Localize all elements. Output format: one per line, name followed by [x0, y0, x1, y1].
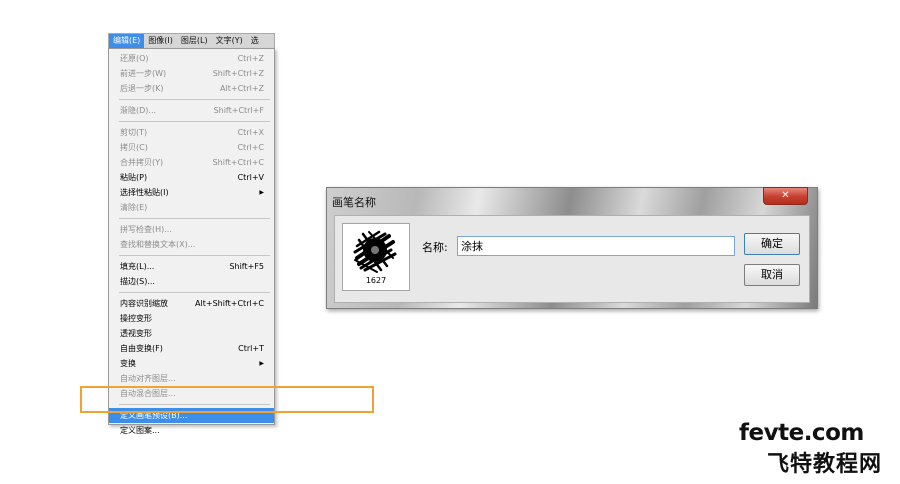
menu-item-shortcut: Shift+Ctrl+Z: [212, 69, 264, 78]
menu-item-label: 后退一步(K): [120, 84, 164, 93]
menu-item-label: 还原(O): [120, 54, 149, 63]
close-button[interactable]: ✕: [763, 187, 808, 205]
menu-item-define-pattern[interactable]: 定义图案...: [109, 423, 274, 438]
menu-select[interactable]: 选: [247, 34, 263, 48]
menu-item-label: 渐隐(D)...: [120, 106, 157, 115]
brush-tip-icon: [353, 230, 397, 273]
menu-item-shortcut: Shift+Ctrl+F: [213, 106, 264, 115]
menu-item-label: 透视变形: [120, 329, 152, 338]
submenu-arrow-icon: ▶: [259, 360, 264, 367]
menu-edit[interactable]: 编辑(E): [109, 34, 145, 48]
annotation-highlight-box: [80, 386, 374, 413]
menu-item-label: 合并拷贝(Y): [120, 158, 164, 167]
brush-name-input[interactable]: [457, 236, 735, 256]
menu-item-label: 变换: [120, 359, 136, 368]
cancel-button[interactable]: 取消: [744, 264, 800, 286]
menu-item-shortcut: Ctrl+Z: [237, 54, 264, 63]
menu-item-label: 选择性粘贴(I): [120, 188, 169, 197]
menu-item-paste-special[interactable]: 选择性粘贴(I) ▶: [109, 185, 274, 200]
menu-item-shortcut: Ctrl+X: [237, 128, 264, 137]
menu-item-stroke[interactable]: 描边(S)...: [109, 274, 274, 289]
menu-item-spell-check[interactable]: 拼写检查(H)...: [109, 222, 274, 237]
watermark-name: 飞特教程网: [767, 452, 883, 477]
submenu-arrow-icon: ▶: [259, 189, 264, 196]
brush-preview: 1627: [342, 223, 410, 291]
menu-item-undo[interactable]: 还原(O) Ctrl+Z: [109, 51, 274, 66]
menu-item-step-forward[interactable]: 前进一步(W) Shift+Ctrl+Z: [109, 66, 274, 81]
menu-item-label: 拷贝(C): [120, 143, 148, 152]
menu-item-label: 前进一步(W): [120, 69, 167, 78]
menu-separator: [119, 99, 270, 100]
menu-item-label: 自由变换(F): [120, 344, 163, 353]
brush-size-label: 1627: [365, 276, 387, 285]
menu-separator: [119, 218, 270, 219]
menu-item-shortcut: Alt+Ctrl+Z: [220, 84, 264, 93]
brush-name-dialog: 画笔名称 ✕ 1627 名称: 涂抹 确定 取消: [326, 187, 818, 309]
menu-separator: [119, 121, 270, 122]
menu-bar: 编辑(E) 图像(I) 图层(L) 文字(Y) 选: [108, 33, 275, 49]
dialog-body: 1627 名称: 确定 取消: [334, 215, 810, 303]
menu-item-transform[interactable]: 变换 ▶: [109, 356, 274, 371]
menu-item-auto-align-layers[interactable]: 自动对齐图层...: [109, 371, 274, 386]
dialog-title: 画笔名称: [332, 196, 376, 209]
menu-item-shortcut: Shift+F5: [229, 262, 264, 271]
menu-item-perspective-warp[interactable]: 透视变形: [109, 326, 274, 341]
watermark-site: fevte.com: [739, 420, 864, 446]
menu-item-copy-merged[interactable]: 合并拷贝(Y) Shift+Ctrl+C: [109, 155, 274, 170]
menu-item-step-backward[interactable]: 后退一步(K) Alt+Ctrl+Z: [109, 81, 274, 96]
menu-item-label: 描边(S)...: [120, 277, 155, 286]
menu-separator: [119, 255, 270, 256]
menu-item-label: 定义图案...: [120, 426, 160, 435]
menu-item-label: 清除(E): [120, 203, 148, 212]
menu-item-label: 自动对齐图层...: [120, 374, 176, 383]
menu-item-cut[interactable]: 剪切(T) Ctrl+X: [109, 125, 274, 140]
menu-item-fade[interactable]: 渐隐(D)... Shift+Ctrl+F: [109, 103, 274, 118]
menu-item-shortcut: Ctrl+T: [238, 344, 264, 353]
menu-item-label: 操控变形: [120, 314, 152, 323]
menu-item-label: 拼写检查(H)...: [120, 225, 172, 234]
menu-item-clear[interactable]: 清除(E): [109, 200, 274, 215]
menu-item-label: 粘贴(P): [120, 173, 148, 182]
menu-item-shortcut: Ctrl+C: [237, 143, 264, 152]
menu-item-find-replace[interactable]: 查找和替换文本(X)...: [109, 237, 274, 252]
menu-item-label: 内容识别缩放: [120, 299, 168, 308]
close-icon: ✕: [781, 190, 790, 201]
edit-menu: 还原(O) Ctrl+Z 前进一步(W) Shift+Ctrl+Z 后退一步(K) A…: [108, 48, 275, 435]
menu-item-label: 查找和替换文本(X)...: [120, 240, 196, 249]
menu-layer[interactable]: 图层(L): [177, 34, 212, 48]
menu-item-content-aware-scale[interactable]: 内容识别缩放 Alt+Shift+Ctrl+C: [109, 296, 274, 311]
menu-item-copy[interactable]: 拷贝(C) Ctrl+C: [109, 140, 274, 155]
name-label: 名称:: [422, 241, 448, 254]
menu-item-paste[interactable]: 粘贴(P) Ctrl+V: [109, 170, 274, 185]
menu-separator: [119, 292, 270, 293]
menu-type[interactable]: 文字(Y): [212, 34, 247, 48]
menu-item-shortcut: Ctrl+V: [237, 173, 264, 182]
menu-item-label: 剪切(T): [120, 128, 148, 137]
menu-item-shortcut: Shift+Ctrl+C: [212, 158, 264, 167]
menu-item-free-transform[interactable]: 自由变换(F) Ctrl+T: [109, 341, 274, 356]
menu-item-fill[interactable]: 填充(L)... Shift+F5: [109, 259, 274, 274]
ok-button[interactable]: 确定: [744, 233, 800, 255]
menu-item-puppet-warp[interactable]: 操控变形: [109, 311, 274, 326]
menu-item-label: 填充(L)...: [120, 262, 155, 271]
menu-image[interactable]: 图像(I): [144, 34, 177, 48]
menu-item-shortcut: Alt+Shift+Ctrl+C: [195, 299, 264, 308]
